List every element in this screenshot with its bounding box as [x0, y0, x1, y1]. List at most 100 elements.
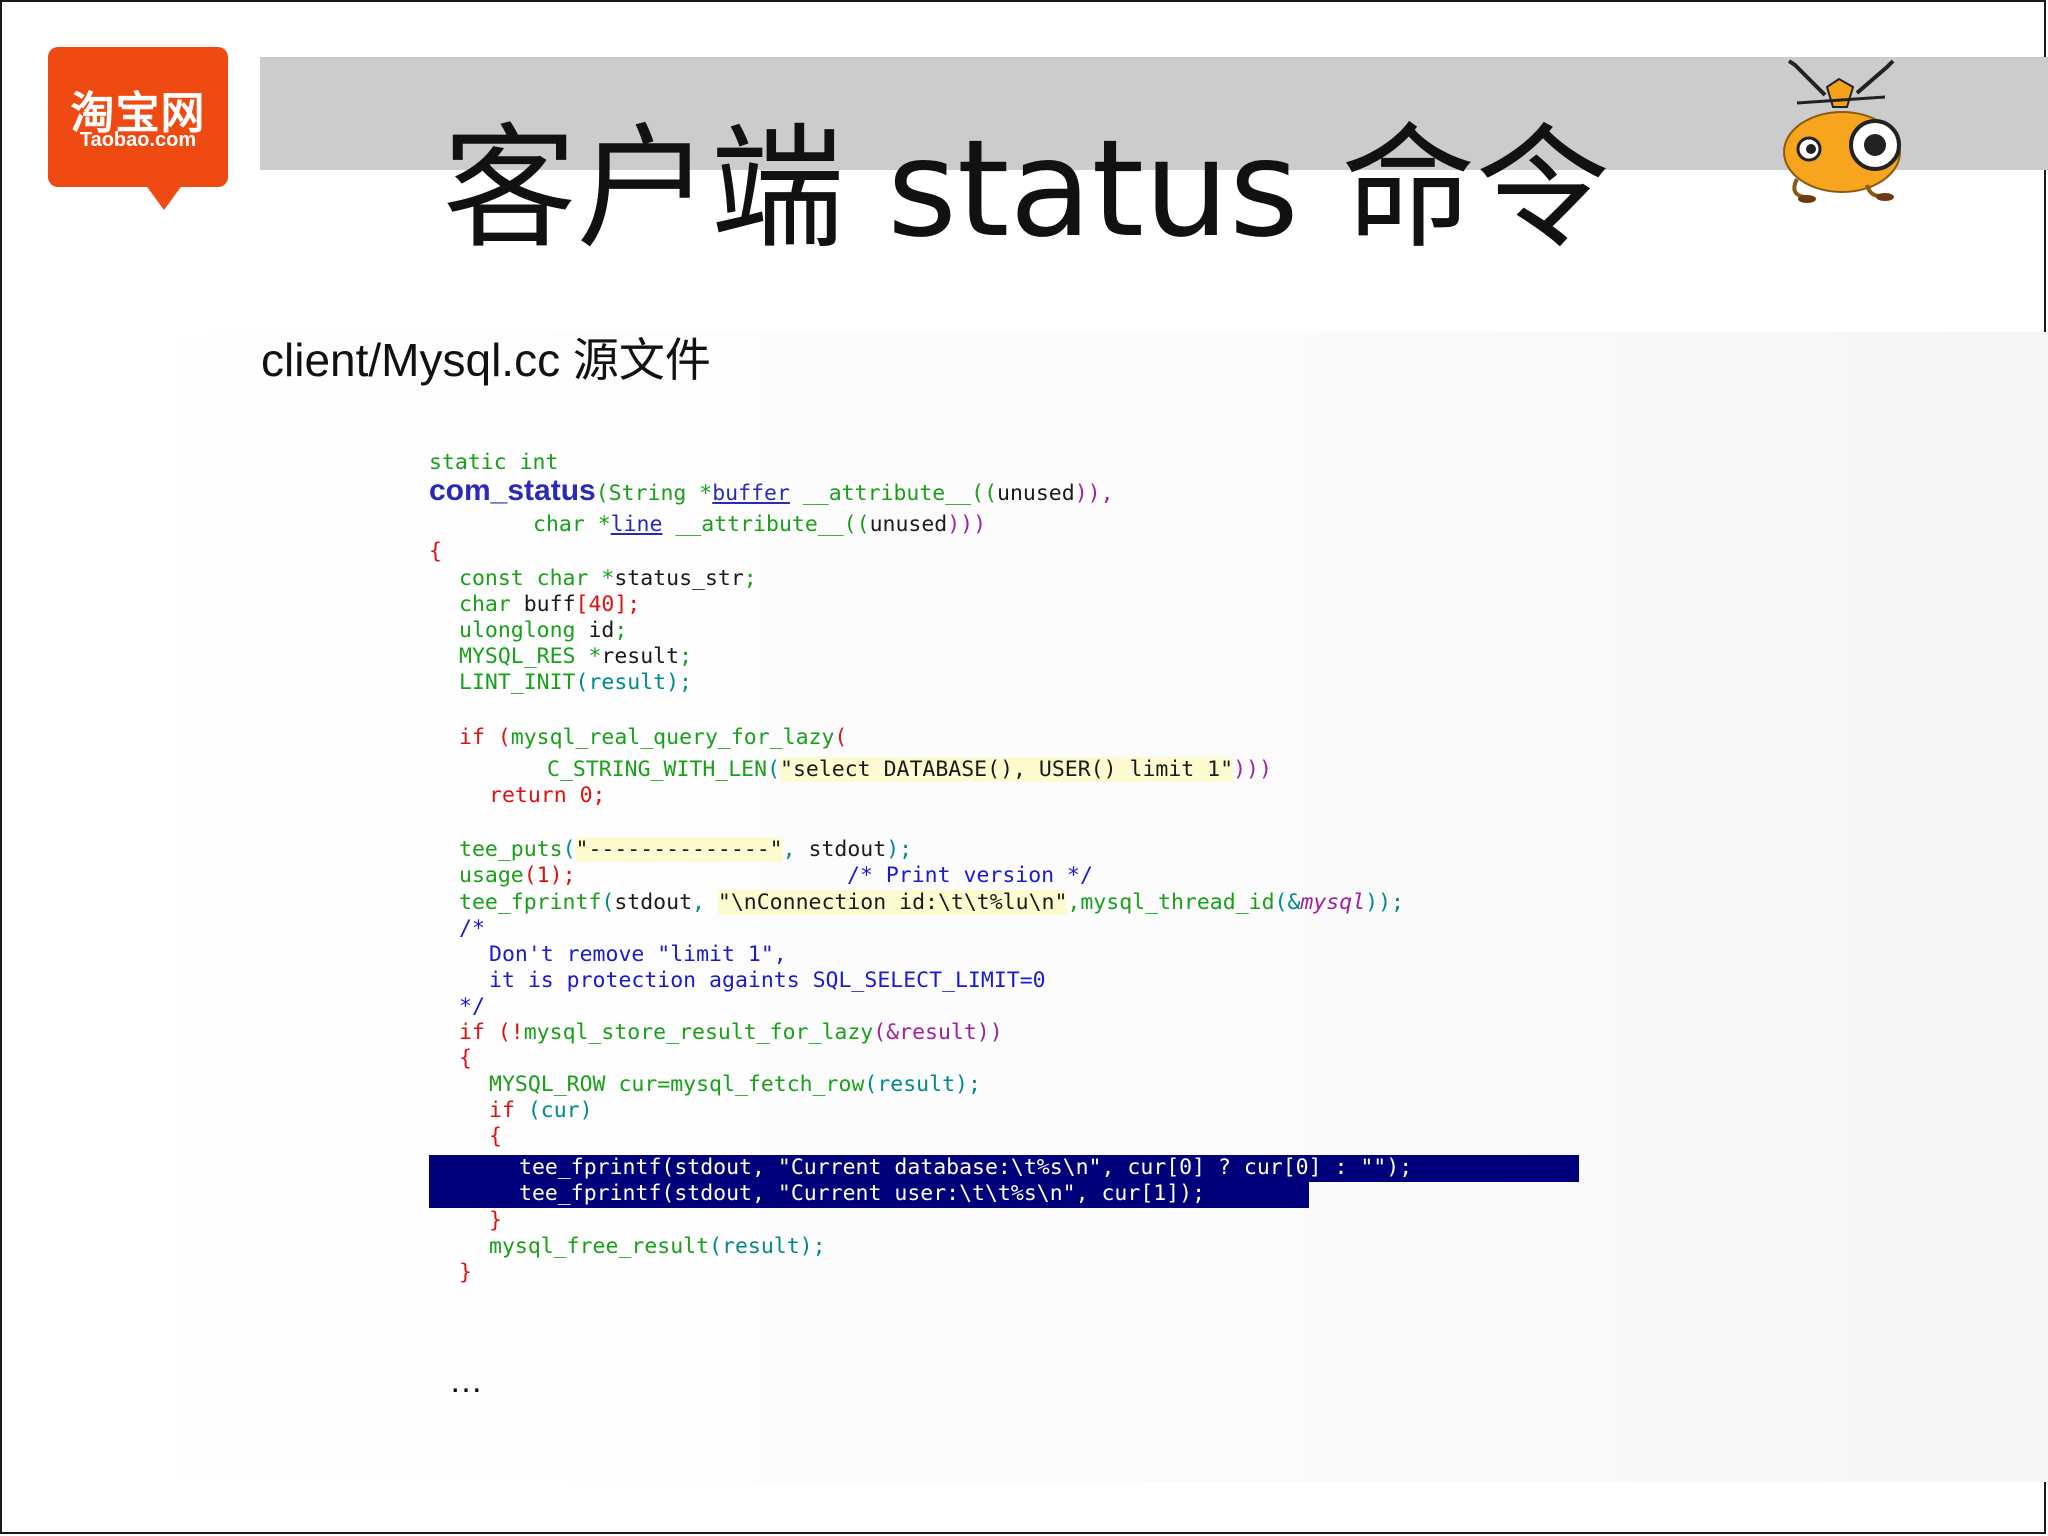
code-line: it is protection againts SQL_SELECT_LIMI…	[489, 968, 1046, 994]
code-token: (String *	[595, 481, 713, 506]
code-token: ;	[743, 566, 757, 591]
code-token: mysql	[1300, 890, 1366, 915]
code-token: unused	[869, 512, 948, 537]
code-token: (&result))	[873, 1020, 1003, 1045]
code-comment: Don't remove "limit 1",	[489, 942, 787, 967]
code-token: ;	[679, 644, 693, 669]
code-line: if (!mysql_store_result_for_lazy(&result…	[459, 1020, 1003, 1046]
code-token: tee_fprintf(stdout, "Current database:\t…	[519, 1155, 1413, 1180]
code-token: MYSQL_ROW	[489, 1072, 619, 1097]
code-token: ;	[614, 618, 628, 643]
code-token: usage	[459, 863, 524, 888]
code-line: {	[429, 539, 442, 565]
code-token: tee_fprintf(stdout, "Current user:\t\t%s…	[519, 1181, 1206, 1206]
code-token: tee_fprintf	[459, 890, 602, 915]
code-token: (	[834, 725, 848, 750]
code-line: /* Print version */	[847, 863, 1093, 889]
code-line: char buff[40];	[459, 592, 640, 618]
code-token: line	[610, 512, 663, 537]
code-line: */	[459, 994, 485, 1020]
code-token: )),	[1074, 481, 1114, 506]
code-comment: /*	[459, 916, 485, 941]
code-string: "--------------"	[575, 837, 783, 862]
code-line: ulonglong id;	[459, 618, 627, 644]
code-token: (!	[497, 1020, 524, 1045]
code-token: (	[767, 757, 781, 782]
code-token: char *	[533, 512, 611, 537]
code-line: }	[489, 1208, 502, 1234]
slide-subtitle: client/Mysql.cc 源文件	[261, 334, 711, 386]
code-line: Don't remove "limit 1",	[489, 942, 787, 968]
code-token: __attribute__((	[662, 512, 870, 537]
code-token: __attribute__((	[789, 481, 998, 506]
code-comment: /* Print version */	[847, 863, 1093, 888]
code-line: if (mysql_real_query_for_lazy(	[459, 725, 847, 751]
code-token: [40];	[575, 592, 641, 617]
code-line: char *line __attribute__((unused)))	[533, 512, 986, 538]
code-token: (&	[1274, 890, 1301, 915]
code-line: usage(1);	[459, 863, 576, 889]
code-line: }	[459, 1260, 472, 1286]
code-token: stdout	[614, 890, 693, 915]
code-string: "\nConnection id:\t\t%lu\n"	[717, 890, 1068, 915]
code-token: id	[588, 618, 615, 643]
code-token: )))	[1233, 757, 1272, 782]
code-token: (	[601, 890, 615, 915]
code-token: buffer	[712, 481, 790, 506]
code-token: (result);	[575, 670, 693, 695]
code-line: const char *status_str;	[459, 566, 757, 592]
code-token: }	[489, 1208, 502, 1233]
code-comment: */	[459, 994, 485, 1019]
code-token: {	[489, 1124, 502, 1149]
code-token: {	[429, 539, 442, 564]
code-token: LINT_INIT	[459, 670, 576, 695]
code-token: tee_puts	[459, 837, 563, 862]
code-token: ,	[692, 890, 718, 915]
code-token: mysql_free_result	[489, 1234, 710, 1259]
code-token: unused	[997, 481, 1075, 506]
code-token: if	[459, 725, 498, 750]
code-line: com_status(String *buffer __attribute__(…	[429, 476, 1114, 507]
code-token: stdout	[808, 837, 887, 862]
code-token: static int	[429, 450, 559, 475]
code-token: return	[489, 783, 580, 808]
code-token: cur=mysql_fetch_row	[618, 1072, 865, 1097]
function-name: com_status	[429, 474, 596, 507]
code-comment: it is protection againts SQL_SELECT_LIMI…	[489, 968, 1046, 993]
code-line: /*	[459, 916, 485, 942]
code-line: C_STRING_WITH_LEN("select DATABASE(), US…	[547, 757, 1272, 783]
code-string: "select DATABASE(), USER() limit 1"	[780, 757, 1234, 782]
continuation-ellipsis: …	[449, 1362, 485, 1400]
code-line: LINT_INIT(result);	[459, 670, 692, 696]
code-token: C_STRING_WITH_LEN	[547, 757, 768, 782]
code-token: (	[562, 837, 576, 862]
code-token: )))	[947, 512, 987, 537]
code-line: return 0;	[489, 783, 606, 809]
code-token: }	[459, 1260, 472, 1285]
code-line: MYSQL_RES *result;	[459, 644, 692, 670]
code-token: MYSQL_RES *	[459, 644, 602, 669]
code-token: status_str	[614, 566, 744, 591]
code-token: (	[497, 725, 511, 750]
code-token: ,	[782, 837, 809, 862]
code-line: tee_puts("--------------", stdout);	[459, 837, 912, 863]
code-line: tee_fprintf(stdout, "\nConnection id:\t\…	[459, 890, 1404, 916]
code-token: const char *	[459, 566, 615, 591]
slide: 淘宝网 Taobao.com 客户端 status 命令 client/Mysq…	[0, 0, 2048, 1534]
code-line: static int	[429, 450, 558, 476]
code-token: char	[459, 592, 524, 617]
code-line: {	[459, 1046, 472, 1072]
code-line: {	[489, 1124, 502, 1150]
code-token: mysql_store_result_for_lazy	[523, 1020, 874, 1045]
code-token: (cur)	[527, 1098, 593, 1123]
code-token: mysql_real_query_for_lazy	[510, 725, 835, 750]
slide-title: 客户端 status 命令	[442, 111, 1610, 267]
code-line: mysql_free_result(result);	[489, 1234, 826, 1260]
code-token: (result);	[864, 1072, 981, 1097]
code-token: mysql_thread_id	[1080, 890, 1275, 915]
code-token: );	[886, 837, 913, 862]
code-token: ));	[1365, 890, 1404, 915]
code-line: MYSQL_ROW cur=mysql_fetch_row(result);	[489, 1072, 981, 1098]
code-line-selected: tee_fprintf(stdout, "Current database:\t…	[519, 1155, 1412, 1181]
code-token: (result);	[709, 1234, 826, 1259]
